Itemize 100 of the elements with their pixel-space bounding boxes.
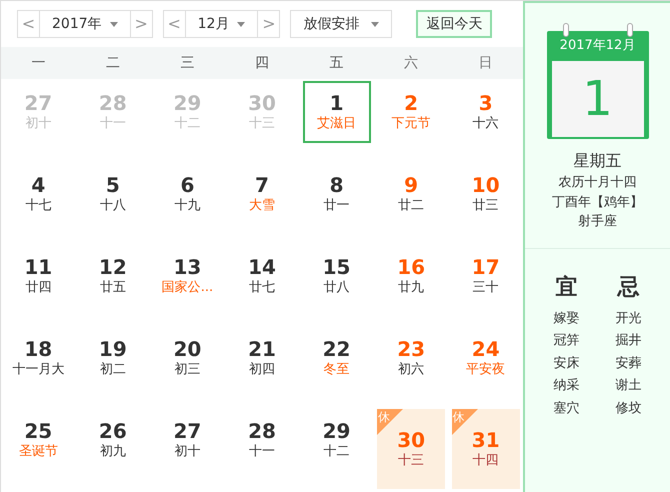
day-number: 18 [24, 337, 52, 361]
day-cell[interactable]: 9 廿二 [377, 163, 446, 225]
day-cell[interactable]: 4 十七 [4, 163, 72, 225]
weekday-label: 六 [403, 54, 420, 72]
day-number: 22 [322, 337, 350, 361]
day-number: 21 [248, 337, 276, 361]
ganzhi-text: 丁酉年【鸡年】 [552, 194, 643, 212]
lunar-date: 十三 [398, 452, 424, 470]
lunar-date: 圣诞节 [18, 443, 58, 461]
weekday-label: 日 [478, 54, 494, 72]
day-cell[interactable]: 18 十一月大 [4, 327, 72, 389]
lunar-date: 廿四 [25, 279, 52, 297]
almanac-item: 安床 [554, 354, 580, 372]
day-number: 1 [330, 91, 344, 115]
today-button[interactable]: 返回今天 [416, 10, 492, 38]
day-cell[interactable]: 8 廿一 [302, 163, 371, 225]
lunar-date: 十六 [472, 115, 499, 133]
day-cell[interactable]: 3 十六 [452, 81, 520, 143]
day-number: 12 [98, 255, 127, 279]
lunar-date: 十二 [324, 443, 350, 461]
almanac-item: 安葬 [616, 354, 642, 372]
day-number: 20 [174, 337, 202, 361]
day-number: 25 [24, 419, 52, 443]
day-cell[interactable]: 16 廿九 [377, 245, 446, 307]
almanac-item: 修坟 [616, 400, 642, 418]
lunar-date: 廿一 [324, 197, 350, 215]
day-number: 13 [174, 255, 202, 279]
day-cell[interactable]: 11 廿四 [4, 245, 72, 307]
lunar-date: 初十 [25, 115, 52, 133]
lunar-date: 国家公... [162, 279, 214, 297]
day-cell[interactable]: 15 廿八 [302, 245, 371, 307]
day-cell[interactable]: 20 初三 [153, 327, 222, 389]
lunar-date: 十一月大 [12, 361, 64, 379]
weekday-label: 一 [30, 54, 46, 72]
almanac-item: 掘井 [616, 332, 642, 350]
day-number: 28 [248, 419, 276, 443]
card-day: 1 [582, 75, 613, 123]
day-cell[interactable]: 28 十一 [228, 409, 296, 471]
almanac-item: 谢土 [616, 377, 642, 395]
day-cell[interactable]: 25 圣诞节 [4, 409, 72, 471]
year-dropdown[interactable]: 2017年 [40, 11, 130, 37]
caret-icon [237, 22, 246, 26]
ring-icon [626, 23, 632, 37]
day-cell[interactable]: 14 廿七 [228, 245, 296, 307]
lunar-date: 十一 [100, 115, 126, 133]
lunar-date: 十一 [248, 443, 275, 461]
lunar-date: 冬至 [324, 361, 350, 379]
day-cell[interactable]: 29 十二 [302, 409, 371, 471]
day-cell[interactable]: 22 冬至 [302, 327, 371, 389]
lunar-date: 廿七 [248, 279, 275, 297]
weekday-label: 四 [254, 54, 270, 72]
almanac-item: 塞穴 [554, 400, 580, 418]
weekday-label: 二 [104, 54, 121, 72]
almanac-item: 开光 [616, 310, 642, 328]
weekday-label: 三 [179, 54, 196, 72]
day-cell[interactable]: 12 廿五 [78, 245, 147, 307]
card-month: 2017年12月 [560, 37, 636, 55]
day-number: 29 [322, 419, 350, 443]
almanac-item: 纳采 [554, 377, 580, 395]
day-cell[interactable]: 10 廿三 [452, 163, 520, 225]
lunar-date: 初三 [174, 361, 200, 379]
day-number: 9 [404, 173, 418, 197]
day-cell[interactable]: 17 三十 [452, 245, 520, 307]
day-cell[interactable]: 19 初二 [78, 327, 147, 389]
day-number: 29 [174, 91, 202, 115]
day-cell[interactable]: 1 艾滋日 [302, 81, 371, 143]
lunar-date: 十七 [25, 197, 52, 215]
almanac-title: 宜 [556, 274, 578, 302]
day-cell[interactable]: 休 31 十四 [452, 409, 520, 489]
day-cell[interactable]: 7 大雪 [228, 163, 296, 225]
day-cell[interactable]: 26 初九 [78, 409, 147, 471]
day-cell[interactable]: 21 初四 [228, 327, 296, 389]
day-cell[interactable]: 27 初十 [153, 409, 222, 471]
day-number: 27 [174, 419, 202, 443]
day-cell[interactable]: 休 30 十三 [377, 409, 446, 489]
day-number: 2 [404, 91, 418, 115]
caret-icon [110, 22, 118, 26]
day-number: 26 [98, 419, 127, 443]
lunar-text: 农历十月十四 [558, 174, 636, 192]
lunar-date: 初十 [174, 443, 200, 461]
ring-icon [562, 23, 568, 37]
weekday-text: 星期五 [574, 150, 622, 172]
lunar-date: 初四 [248, 361, 275, 379]
day-number: 10 [472, 173, 500, 197]
day-cell[interactable]: 23 初六 [377, 327, 446, 389]
lunar-date: 廿二 [398, 197, 424, 215]
month-dropdown[interactable]: 12月 [186, 11, 258, 37]
day-cell[interactable]: 5 十八 [78, 163, 147, 225]
day-cell[interactable]: 6 十九 [153, 163, 222, 225]
day-cell[interactable]: 13 国家公... [153, 245, 222, 307]
day-number: 7 [255, 173, 269, 197]
holiday-dropdown[interactable]: 放假安排 [290, 10, 392, 38]
day-number: 3 [478, 91, 493, 115]
day-number: 16 [397, 255, 426, 279]
day-number: 24 [472, 337, 500, 361]
lunar-date: 廿五 [100, 279, 126, 297]
lunar-date: 三十 [472, 279, 499, 297]
lunar-date: 十三 [248, 115, 275, 133]
day-number: 28 [98, 91, 127, 115]
lunar-date: 十九 [174, 197, 200, 215]
